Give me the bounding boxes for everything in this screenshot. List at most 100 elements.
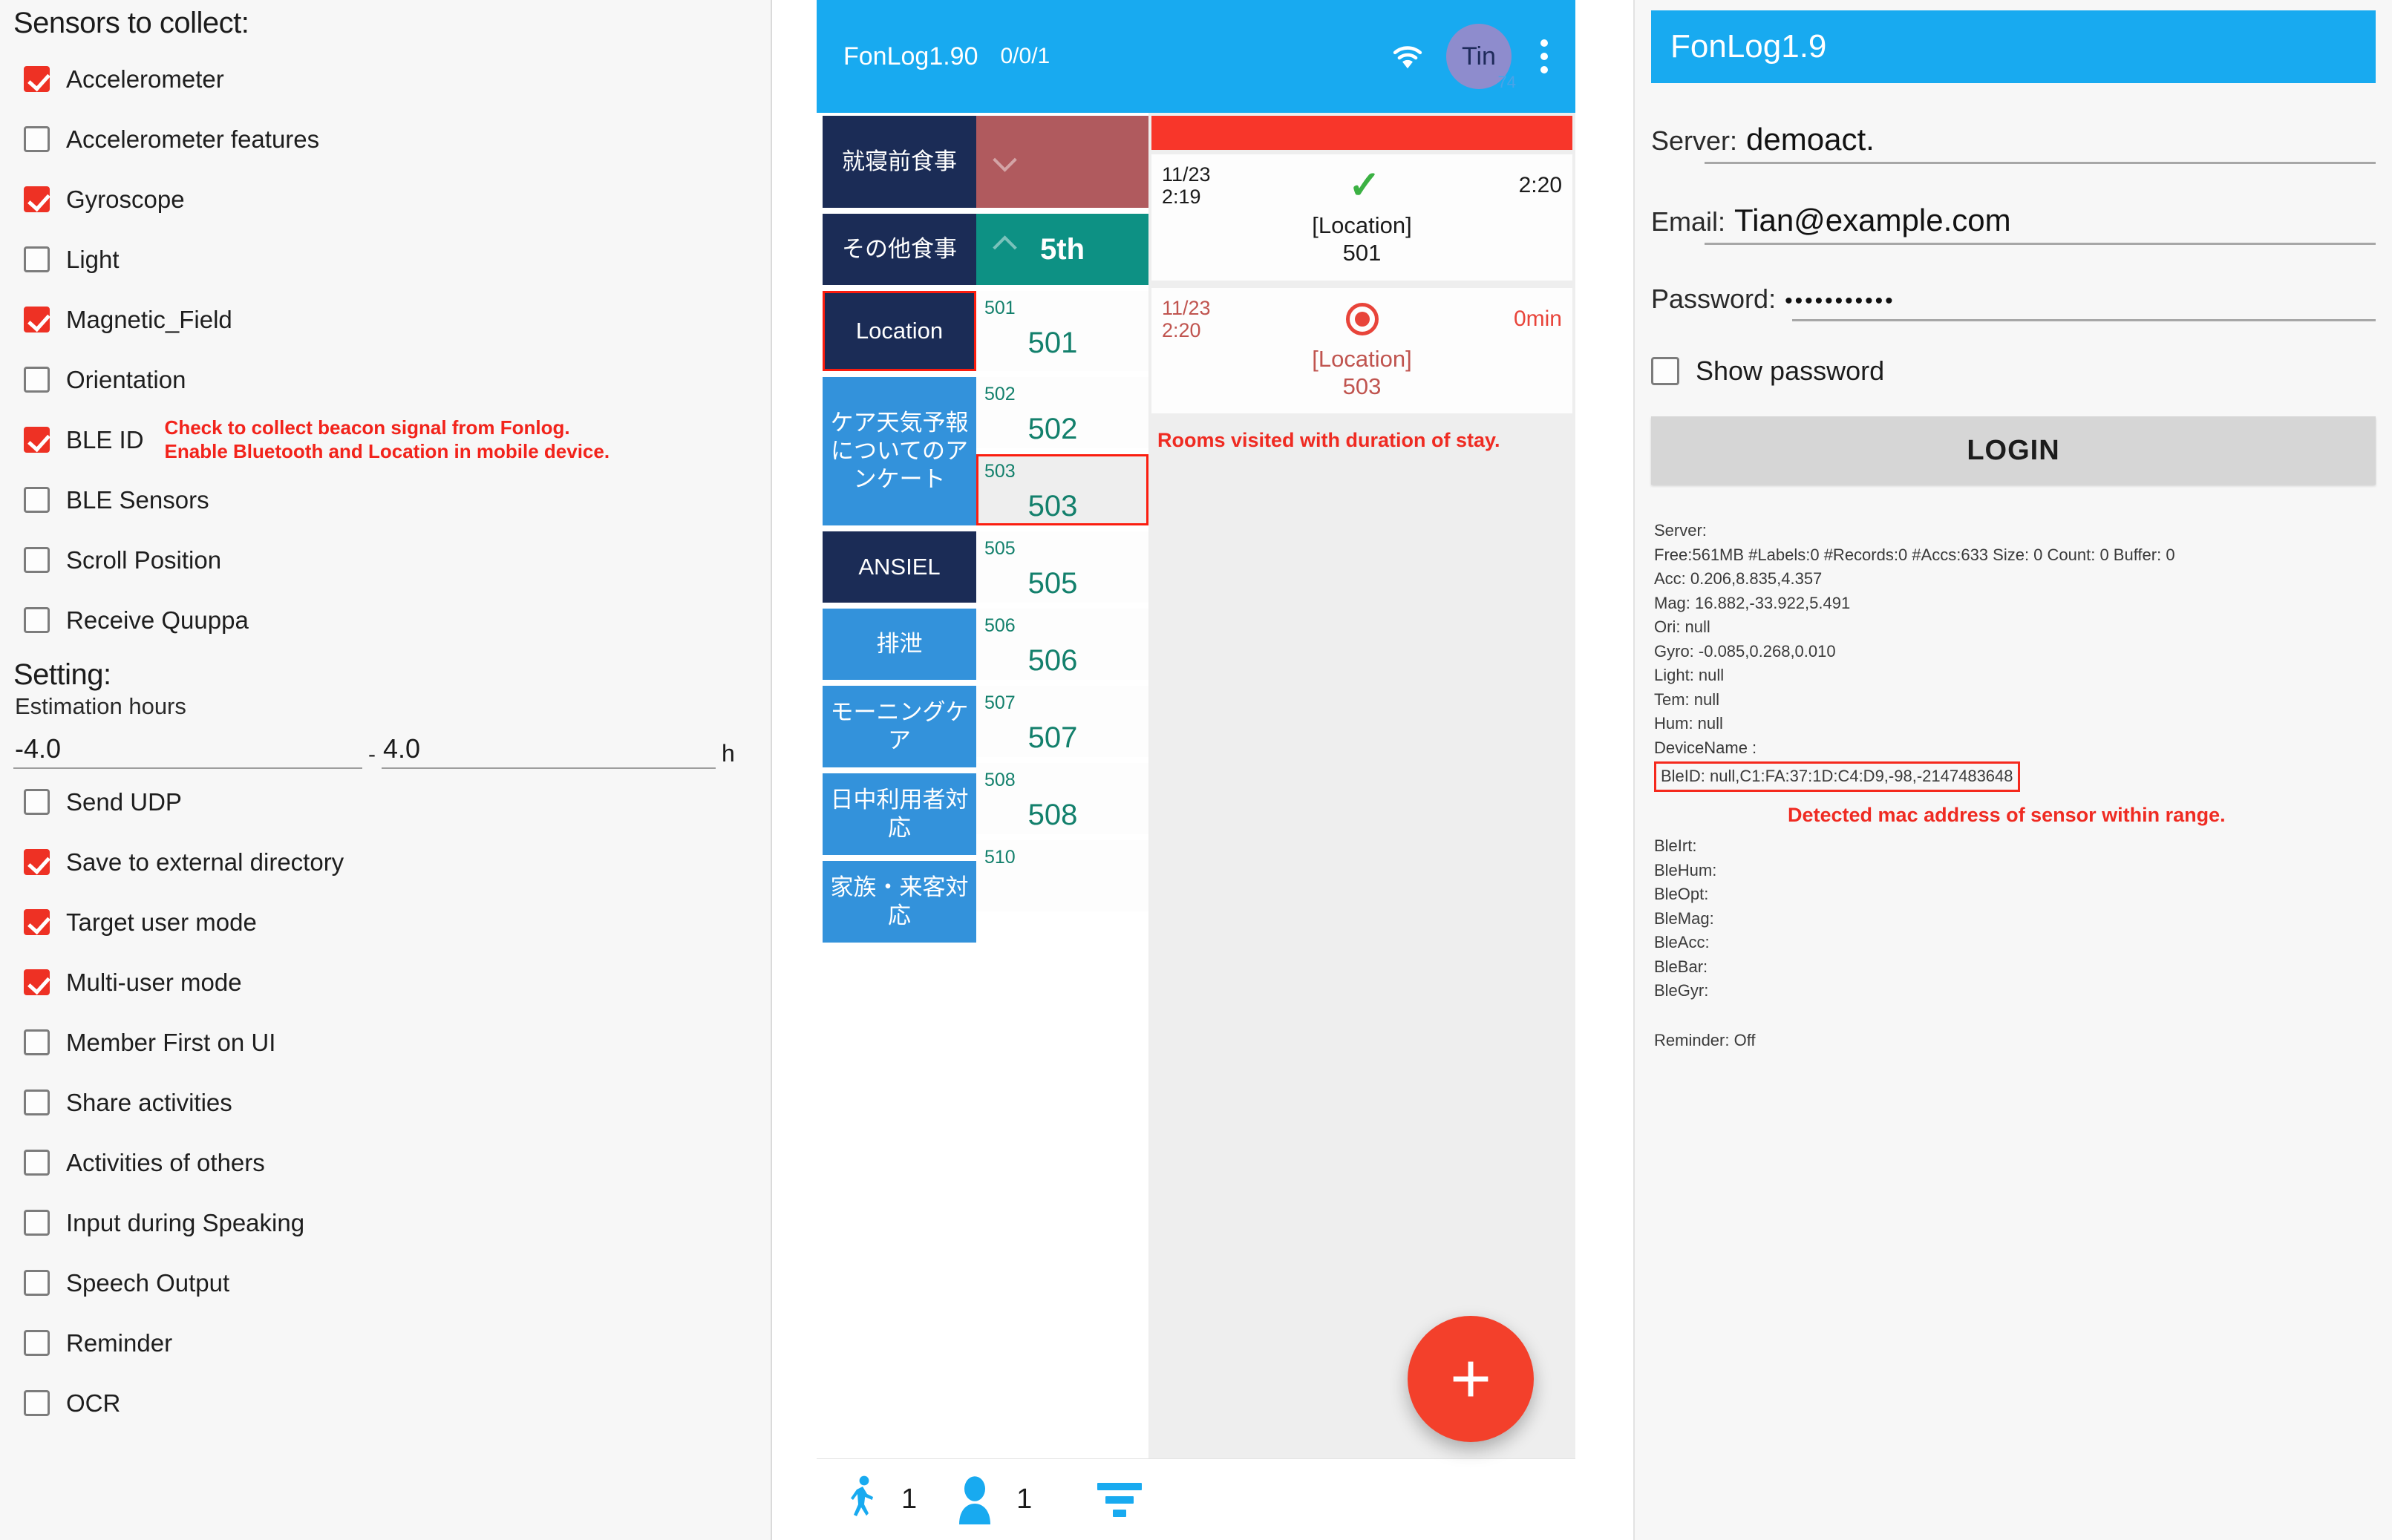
sensor-checkbox[interactable] [24, 607, 50, 633]
sensor-checkbox[interactable] [24, 487, 50, 513]
activity-tile[interactable]: ANSIEL [823, 531, 976, 603]
option-row[interactable]: Multi-user mode [13, 952, 771, 1012]
value-cell[interactable]: 502 502 [976, 377, 1148, 448]
estimation-to-field[interactable]: 4.0 [382, 733, 716, 769]
option-label: Save to external directory [66, 848, 344, 876]
server-label: Server: [1651, 125, 1738, 156]
value-cell-label: 501 [984, 298, 1016, 318]
activity-tile[interactable]: Location [823, 291, 976, 371]
value-cell[interactable]: 503 503 [976, 454, 1148, 525]
bleid-annotation: Detected mac address of sensor within ra… [1788, 804, 2226, 827]
chevron-up-icon[interactable] [996, 239, 1017, 260]
settings-panel: Sensors to collect: Accelerometer Acceler… [0, 0, 772, 1540]
option-row[interactable]: Speech Output [13, 1253, 771, 1313]
option-checkbox[interactable] [24, 1150, 50, 1176]
history-location: [Location] 503 [1162, 346, 1562, 400]
login-button[interactable]: LOGIN [1651, 416, 2376, 485]
password-field-row[interactable]: Password: ••••••••••• [1651, 284, 2376, 321]
filter-icon[interactable] [1096, 1481, 1143, 1519]
sensor-row[interactable]: Magnetic_Field [13, 289, 771, 350]
history-card-header: 11/23 2:20 0min [1162, 297, 1562, 341]
sensor-row[interactable]: Orientation [13, 350, 771, 410]
sensor-checkbox[interactable] [24, 367, 50, 393]
activity-tile[interactable]: その他食事 [823, 214, 976, 285]
option-label: Reminder [66, 1328, 173, 1357]
sensor-row[interactable]: Light [13, 229, 771, 289]
option-checkbox[interactable] [24, 909, 50, 935]
option-checkbox[interactable] [24, 1210, 50, 1236]
sensor-checkbox[interactable] [24, 246, 50, 272]
sensor-checkbox[interactable] [24, 427, 50, 453]
option-checkbox[interactable] [24, 1029, 50, 1055]
value-cell[interactable] [976, 116, 1148, 208]
option-row[interactable]: Input during Speaking [13, 1193, 771, 1253]
option-checkbox[interactable] [24, 969, 50, 995]
sensor-checkbox[interactable] [24, 547, 50, 573]
sensor-row[interactable]: BLE ID Check to collect beacon signal fro… [13, 410, 771, 470]
option-row[interactable]: Target user mode [13, 892, 771, 952]
option-checkbox[interactable] [24, 849, 50, 875]
option-checkbox[interactable] [24, 1270, 50, 1296]
option-row[interactable]: Activities of others [13, 1133, 771, 1193]
overflow-menu-icon[interactable] [1528, 28, 1561, 85]
option-label: Send UDP [66, 787, 182, 816]
chevron-down-icon[interactable] [996, 151, 1017, 172]
option-row[interactable]: Share activities [13, 1072, 771, 1133]
show-password-row[interactable]: Show password [1651, 355, 2376, 387]
activity-tile-label: ANSIEL [858, 554, 941, 580]
sensor-checkbox[interactable] [24, 307, 50, 332]
history-card[interactable]: 11/23 2:20 0min [Location] 503 [1151, 287, 1572, 414]
email-field-row[interactable]: Email: Tian@example.com [1651, 203, 2376, 245]
sensor-checkbox[interactable] [24, 66, 50, 92]
activity-tile[interactable]: 就寝前食事 [823, 116, 976, 208]
activity-tile[interactable]: 日中利用者対応 [823, 773, 976, 855]
sensor-checkbox[interactable] [24, 126, 50, 152]
option-checkbox[interactable] [24, 1090, 50, 1115]
value-cell[interactable]: 507 507 [976, 686, 1148, 757]
show-password-checkbox[interactable] [1651, 357, 1679, 385]
estimation-from-field[interactable]: -4.0 [13, 733, 362, 769]
option-checkbox[interactable] [24, 1390, 50, 1416]
activity-tile[interactable]: 家族・来客対応 [823, 861, 976, 943]
option-row[interactable]: Save to external directory [13, 832, 771, 892]
log-line: Tem: null [1654, 689, 1720, 709]
option-row[interactable]: Send UDP [13, 772, 771, 832]
option-row[interactable]: OCR [13, 1373, 771, 1433]
value-cell[interactable]: 5th [976, 214, 1148, 285]
sensor-row[interactable]: Accelerometer [13, 49, 771, 109]
history-duration: 0min [1513, 306, 1562, 331]
estimation-from-underline [13, 767, 362, 769]
add-fab-button[interactable]: + [1408, 1316, 1534, 1442]
sensor-label: Magnetic_Field [66, 305, 232, 333]
sensor-row[interactable]: Scroll Position [13, 530, 771, 590]
activity-tile[interactable]: モーニングケア [823, 686, 976, 767]
value-cell[interactable]: 505 505 [976, 531, 1148, 603]
server-field-row[interactable]: Server: demoact. [1651, 122, 2376, 164]
value-cell[interactable]: 501 501 [976, 291, 1148, 371]
estimation-hours-label: Estimation hours [15, 693, 186, 719]
option-checkbox[interactable] [24, 1330, 50, 1356]
value-cell-value: 5th [1040, 232, 1085, 266]
phone-app-panel: FonLog1.90 0/0/1 Tin 74 就寝前食事 その他食事 Locati… [817, 0, 1575, 1540]
history-timestamp: 11/23 2:20 [1162, 297, 1211, 341]
sensor-checkbox[interactable] [24, 186, 50, 212]
history-card[interactable]: 11/23 2:19 ✓ 2:20 [Location] 501 [1151, 154, 1572, 281]
option-row[interactable]: Member First on UI [13, 1012, 771, 1072]
sensor-row[interactable]: BLE Sensors [13, 470, 771, 530]
sensor-row[interactable]: Gyroscope [13, 169, 771, 229]
history-time: 2:19 [1162, 186, 1201, 209]
activity-tile[interactable]: ケア天気予報についてのアンケート [823, 377, 976, 525]
sensor-row[interactable]: Accelerometer features [13, 109, 771, 169]
value-cell[interactable]: 508 508 [976, 763, 1148, 834]
history-date: 11/23 [1162, 163, 1211, 186]
option-checkbox[interactable] [24, 789, 50, 815]
person-icon [955, 1475, 994, 1524]
history-column: 11/23 2:19 ✓ 2:20 [Location] 501 11/23 2:20 0min… [1148, 113, 1575, 1458]
sensor-row[interactable]: Receive Quuppa [13, 590, 771, 650]
avatar[interactable]: Tin 74 [1446, 24, 1516, 91]
value-cell-label: 510 [984, 847, 1016, 868]
value-cell[interactable]: 510 [976, 840, 1148, 911]
option-row[interactable]: Reminder [13, 1313, 771, 1373]
value-cell[interactable]: 506 506 [976, 609, 1148, 680]
activity-tile[interactable]: 排泄 [823, 609, 976, 680]
